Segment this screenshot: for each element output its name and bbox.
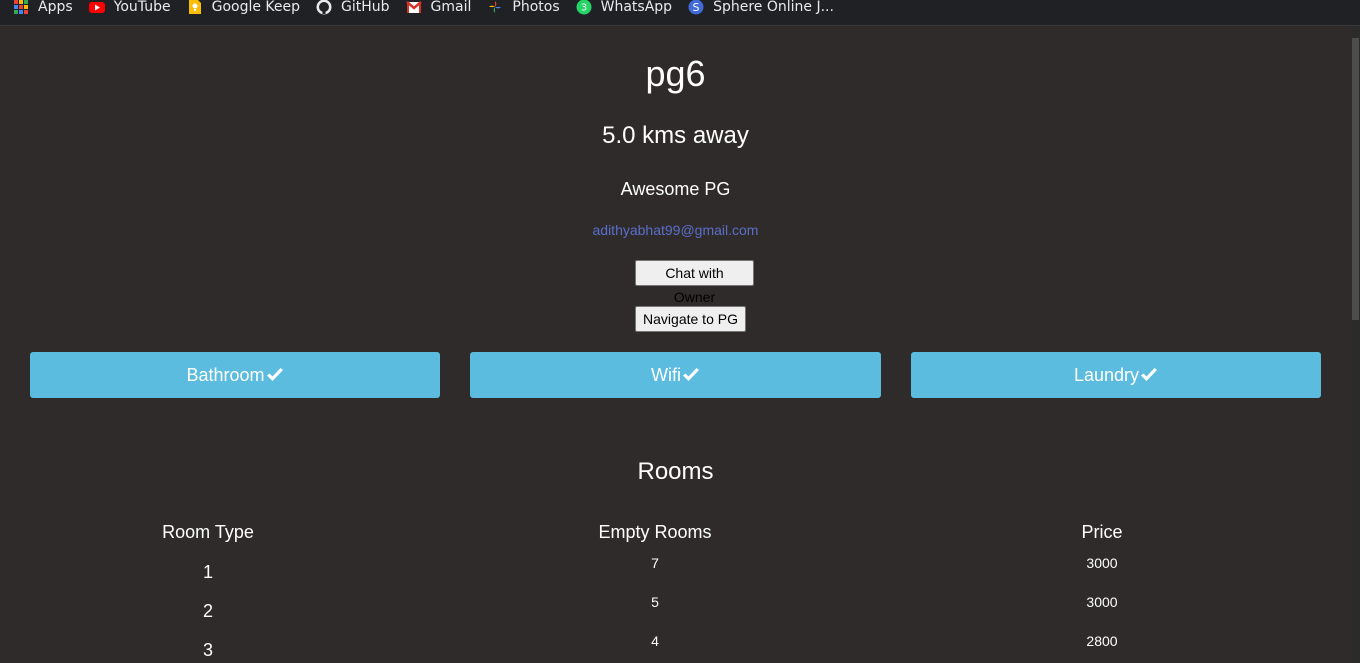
amenity-label: Laundry xyxy=(1073,364,1140,385)
amenity-bathroom[interactable]: Bathroom xyxy=(30,352,440,398)
apps-grid-icon xyxy=(13,0,29,15)
checkmark-icon xyxy=(682,367,700,383)
pg-description: Awesome PG xyxy=(620,179,731,199)
whatsapp-icon: 3 xyxy=(576,0,592,15)
chat-with-owner-button[interactable]: Chat with Owner xyxy=(635,260,754,305)
column-header-empty-rooms: Empty Rooms xyxy=(598,522,712,542)
vertical-scrollbar[interactable] xyxy=(1351,26,1360,663)
svg-text:3: 3 xyxy=(580,2,586,13)
room-type-cell: 1 xyxy=(202,562,213,582)
column-header-price: Price xyxy=(1081,522,1123,542)
youtube-icon xyxy=(88,0,105,15)
pg-details-page: pg6 5.0 kms away Awesome PG adithyabhat9… xyxy=(0,26,1351,663)
empty-rooms-cell: 5 xyxy=(651,594,659,610)
github-icon xyxy=(316,0,332,15)
room-type-cell: 3 xyxy=(202,640,213,660)
checkmark-icon xyxy=(266,367,284,383)
bookmark-label: Photos xyxy=(512,0,560,15)
bookmark-label: Gmail xyxy=(430,0,472,15)
bookmarks-bar: Apps YouTube Google Keep GitHub Gmail Ph… xyxy=(0,0,1360,26)
bookmark-label: Sphere Online J... xyxy=(713,0,834,15)
bookmark-google-keep[interactable]: Google Keep xyxy=(187,0,300,20)
empty-rooms-cell: 7 xyxy=(651,555,659,571)
distance-text: 5.0 kms away xyxy=(602,122,749,149)
amenity-label: Bathroom xyxy=(186,364,265,385)
bookmark-sphere-online-judge[interactable]: S Sphere Online J... xyxy=(688,0,834,20)
photos-icon xyxy=(487,0,503,15)
column-header-room-type: Room Type xyxy=(162,522,254,542)
svg-text:S: S xyxy=(693,1,700,14)
amenity-label: Wifi xyxy=(651,364,681,385)
bookmark-apps[interactable]: Apps xyxy=(13,0,73,20)
empty-rooms-cell: 4 xyxy=(651,633,659,649)
google-keep-icon xyxy=(187,0,203,15)
navigate-to-pg-button[interactable]: Navigate to PG xyxy=(635,306,746,332)
bookmark-label: Google Keep xyxy=(211,0,301,15)
rooms-heading: Rooms xyxy=(637,458,714,485)
checkmark-icon xyxy=(1140,367,1158,383)
room-type-cell: 2 xyxy=(202,601,213,621)
bookmark-label: YouTube xyxy=(113,0,171,15)
price-cell: 2800 xyxy=(1086,633,1118,649)
amenity-laundry[interactable]: Laundry xyxy=(911,352,1321,398)
bookmark-github[interactable]: GitHub xyxy=(316,0,390,20)
bookmark-label: WhatsApp xyxy=(600,0,673,15)
price-cell: 3000 xyxy=(1086,555,1118,571)
bookmark-label: GitHub xyxy=(341,0,390,15)
owner-email-link[interactable]: adithyabhat99@gmail.com xyxy=(0,222,1351,238)
gmail-icon xyxy=(405,0,422,15)
bookmark-photos[interactable]: Photos xyxy=(487,0,560,20)
bookmark-youtube[interactable]: YouTube xyxy=(88,0,171,20)
amenity-wifi[interactable]: Wifi xyxy=(470,352,881,398)
page-title: pg6 xyxy=(645,53,706,94)
bookmark-label: Apps xyxy=(38,0,73,15)
scrollbar-thumb[interactable] xyxy=(1352,38,1359,320)
price-cell: 3000 xyxy=(1086,594,1118,610)
sphere-online-judge-icon: S xyxy=(688,0,704,15)
bookmark-gmail[interactable]: Gmail xyxy=(405,0,472,20)
bookmark-whatsapp[interactable]: 3 WhatsApp xyxy=(576,0,672,20)
